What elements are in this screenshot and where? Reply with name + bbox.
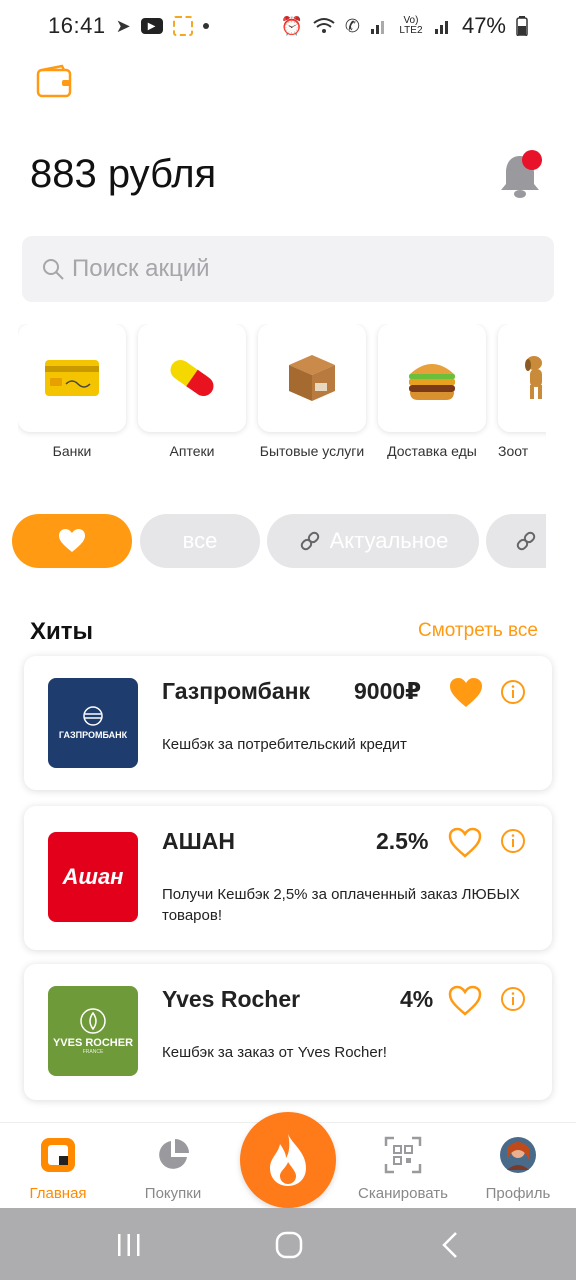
offer-card-auchan[interactable]: Ашан АШАН 2.5% Получи Кешбэк 2,5% за опл… xyxy=(24,806,552,950)
pie-chart-icon xyxy=(159,1139,189,1169)
link-icon xyxy=(300,531,319,551)
nav-home-label: Главная xyxy=(29,1185,87,1202)
home-icon xyxy=(41,1138,75,1172)
offer-description: Получи Кешбэк 2,5% за оплаченный заказ Л… xyxy=(162,886,520,924)
nav-profile[interactable]: Профиль xyxy=(468,1135,568,1202)
nav-home[interactable]: Главная xyxy=(8,1135,108,1202)
gazprombank-logo-text: ГАЗПРОМБАНК xyxy=(58,730,128,740)
nav-purchases-label: Покупки xyxy=(144,1185,202,1202)
offer-value: 9000₽ xyxy=(354,678,422,704)
category-banks[interactable]: Банки xyxy=(18,324,126,460)
see-all-link[interactable]: Смотреть все xyxy=(418,620,538,642)
avatar xyxy=(500,1137,536,1173)
favorite-heart-icon[interactable] xyxy=(448,985,482,1017)
leaf-icon xyxy=(80,1008,106,1034)
offer-value: 2.5% xyxy=(376,828,429,854)
filter-all-label: все xyxy=(182,528,218,553)
offer-description: Кешбэк за потребительский кредит xyxy=(162,736,407,753)
yves-rocher-logo-subtext: FRANCE xyxy=(82,1049,104,1055)
category-pets[interactable]: Зоот xyxy=(498,324,546,460)
category-household[interactable]: Бытовые услуги xyxy=(258,324,366,460)
cashback-fire-button[interactable] xyxy=(240,1112,336,1208)
dog-icon xyxy=(525,356,542,399)
auchan-logo: Ашан xyxy=(48,832,138,922)
yves-rocher-logo-text: YVES ROCHER xyxy=(52,1037,134,1049)
category-label: Аптеки xyxy=(169,443,215,459)
heart-icon xyxy=(59,529,85,552)
offer-card-yves-rocher[interactable]: YVES ROCHER FRANCE Yves Rocher 4% Кешбэк… xyxy=(24,964,552,1100)
call-icon: ✆ xyxy=(344,15,360,36)
gazprombank-logo: ГАЗПРОМБАНК xyxy=(48,678,138,768)
offer-description: Кешбэк за заказ от Yves Rocher! xyxy=(162,1044,387,1061)
category-row: Банки Аптеки Бытовые услуги Доставка еды… xyxy=(18,324,546,484)
nav-purchases[interactable]: Покупки xyxy=(123,1135,223,1202)
battery-percent: 47% xyxy=(461,13,506,38)
burger-icon xyxy=(409,364,455,400)
wallet-icon[interactable] xyxy=(36,64,72,98)
category-label: Банки xyxy=(52,443,92,459)
recent-apps-icon[interactable] xyxy=(114,1230,144,1260)
search-placeholder: Поиск акций xyxy=(72,255,210,282)
auchan-logo-text: Ашан xyxy=(62,864,124,889)
filter-more[interactable] xyxy=(486,514,546,568)
status-time: 16:41 xyxy=(48,13,106,38)
offer-value: 4% xyxy=(400,986,434,1012)
alarm-icon: ⏰ xyxy=(280,15,303,36)
yves-rocher-logo: YVES ROCHER FRANCE xyxy=(48,986,138,1076)
youtube-icon: ▶ xyxy=(140,18,163,34)
filter-favorites[interactable] xyxy=(12,514,132,568)
filter-all[interactable]: все xyxy=(140,514,260,568)
globe-icon xyxy=(83,706,103,726)
offer-card-gazprombank[interactable]: ГАЗПРОМБАНК Газпромбанк 9000₽ Кешбэк за … xyxy=(24,656,552,790)
category-label: Бытовые услуги xyxy=(259,443,365,459)
section-title: Хиты xyxy=(30,618,94,645)
scan-icon xyxy=(172,16,193,36)
signal-icon-2 xyxy=(434,21,448,34)
category-label: Зоот xyxy=(498,443,529,459)
box-icon xyxy=(289,355,335,401)
bank-card-icon xyxy=(45,360,99,396)
search-icon xyxy=(43,259,64,280)
search-input[interactable]: Поиск акций xyxy=(22,236,554,302)
category-pharmacy[interactable]: Аптеки xyxy=(138,324,246,460)
notification-badge xyxy=(522,150,542,170)
info-icon[interactable] xyxy=(500,679,526,705)
info-icon[interactable] xyxy=(500,828,526,854)
offer-name: АШАН xyxy=(162,828,235,854)
category-label: Доставка еды xyxy=(387,443,477,459)
favorite-heart-icon[interactable] xyxy=(449,677,483,709)
qr-scan-icon xyxy=(384,1136,422,1174)
filter-actual[interactable]: Актуальное xyxy=(267,514,479,568)
offer-name: Газпромбанк xyxy=(162,678,311,704)
category-food-delivery[interactable]: Доставка еды xyxy=(378,324,486,460)
filter-actual-label: Актуальное xyxy=(329,528,449,553)
nav-scan-label: Сканировать xyxy=(358,1185,448,1202)
filter-chips: все Актуальное xyxy=(12,514,546,568)
balance-amount: 883 рубля xyxy=(30,152,217,196)
home-button-icon[interactable] xyxy=(274,1230,304,1260)
flame-icon xyxy=(270,1134,306,1186)
info-icon[interactable] xyxy=(500,986,526,1012)
pill-icon xyxy=(170,359,214,397)
nav-profile-label: Профиль xyxy=(485,1185,551,1202)
offer-name: Yves Rocher xyxy=(162,986,301,1012)
battery-icon xyxy=(516,16,528,36)
notification-dot-icon xyxy=(202,23,209,29)
system-navigation-bar xyxy=(0,1208,576,1280)
back-icon[interactable] xyxy=(436,1230,466,1260)
network-label: Vo) LTE2 xyxy=(399,15,423,36)
favorite-heart-icon[interactable] xyxy=(448,827,482,859)
status-bar: 16:41 ➤ ▶ ⏰ ✆ Vo) LTE2 47% xyxy=(0,0,576,52)
wifi-icon xyxy=(313,18,335,33)
telegram-icon: ➤ xyxy=(115,15,131,36)
nav-scan[interactable]: Сканировать xyxy=(353,1135,453,1202)
signal-icon xyxy=(370,21,384,34)
link-icon xyxy=(516,531,536,551)
